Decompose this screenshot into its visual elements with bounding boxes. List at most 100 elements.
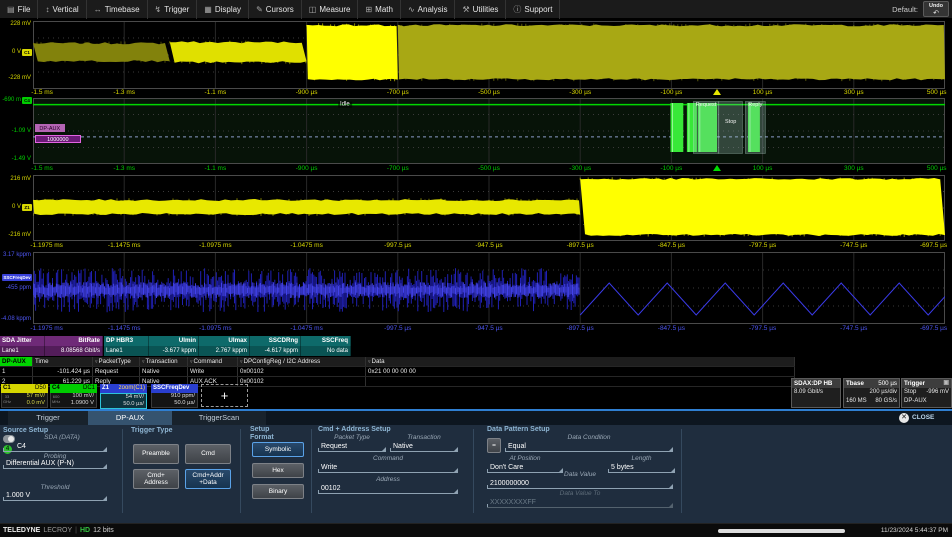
field-label: At Position [487, 455, 563, 462]
format-button[interactable]: Hex [252, 463, 304, 478]
dropdown-corner-icon [454, 489, 458, 493]
decode-col-header[interactable]: Time [33, 357, 93, 366]
data-value-field[interactable]: 2100000000 [487, 479, 673, 489]
info-box-trigger[interactable]: Trigger▣Stop-996 mVDP-AUX [901, 378, 952, 408]
data-condition-select[interactable]: Equal [505, 442, 673, 452]
decode-cell: Native [140, 367, 188, 376]
descriptor-c4[interactable]: C4DC1600MHz100 mV/1.0900 V [50, 384, 97, 407]
value-cell: Lane1 [0, 346, 45, 356]
address-field[interactable]: 00102 [318, 484, 458, 494]
decode-col-header[interactable]: ▿PacketType [93, 357, 140, 366]
info-box-line: Stop-996 mV [902, 388, 951, 397]
trigger-type-button[interactable]: Preamble [133, 444, 179, 464]
descriptor-body: 54 mV/50.0 µs/ [100, 393, 147, 409]
info-box-sdax[interactable]: SDAX:DP HB8.09 Gbit/s [791, 378, 841, 408]
x-axis-label: -900 µs [296, 89, 318, 97]
y-axis-label: -4.08 kppm [1, 316, 31, 323]
col-header: BitRate [45, 336, 103, 346]
section-divider [240, 429, 241, 513]
trigger-type-button[interactable]: Cmd+ Address [133, 469, 179, 489]
format-button[interactable]: Symbolic [252, 442, 304, 457]
sscfreqdev-plot[interactable] [33, 252, 945, 324]
dpaux-decode-table[interactable]: DP-AUXTime▿PacketType▿Transaction▿Comman… [0, 357, 795, 387]
c4-dpaux-plot[interactable]: RequestStopReplyIdleDP-AUX1000000 [33, 98, 945, 164]
x-axis-label: -747.5 µs [840, 325, 867, 333]
decode-label-request: Request [696, 102, 717, 108]
format-button[interactable]: Binary [252, 484, 304, 499]
descriptor-sscfreqdev[interactable]: SSCFreqDev910 ppm/50.0 µs/ [151, 384, 198, 407]
x-axis-label: -1.1975 ms [30, 242, 63, 250]
y-axis-label: 216 mV [1, 176, 31, 183]
z1-zoom-plot[interactable] [33, 175, 945, 241]
trigger-type-button[interactable]: Cmd [185, 444, 231, 464]
field-value: Don't Care [490, 464, 523, 471]
tab-triggerscan[interactable]: TriggerScan [172, 411, 266, 425]
y-axis-label: 0 V [1, 49, 21, 56]
bandwidth-badge: 600MHz [52, 394, 60, 404]
idle-label: Idle [338, 101, 352, 107]
field-tick [505, 448, 506, 451]
source-select[interactable]: C4 [3, 442, 107, 452]
probing-select[interactable]: Differential AUX (P-N) [3, 459, 107, 469]
x-axis-label: -1.1 ms [205, 89, 227, 97]
field-value: 5 bytes [611, 464, 634, 471]
descriptor-body: 600MHz100 mV/1.0900 V [50, 393, 97, 408]
filter-icon[interactable]: ▿ [240, 359, 243, 365]
dpaux-trigger-dialog: TriggerDP-AUXTriggerScan✕CLOSESource Set… [0, 409, 952, 523]
channel-id: C4 [52, 384, 60, 393]
dropdown-corner-icon [669, 447, 673, 451]
x-axis-label: -300 µs [569, 89, 591, 97]
trigger-settings-icon[interactable]: ▣ [943, 379, 949, 388]
field-tick [318, 490, 319, 493]
x-axis-label: -997.5 µs [384, 242, 411, 250]
info-box-header: SDAX:DP HB [792, 379, 840, 388]
threshold-field[interactable]: 1.000 V [3, 491, 107, 501]
offset-value: 50.0 µs/ [154, 400, 195, 407]
transaction-select[interactable]: Native [390, 442, 458, 452]
section-divider [122, 429, 123, 513]
x-axis-label: -697.5 µs [920, 325, 947, 333]
field-tick [3, 465, 4, 468]
trigger-time-marker [713, 89, 721, 95]
command-select[interactable]: Write [318, 463, 458, 473]
decode-source-cell[interactable]: DP-AUX [0, 357, 33, 366]
x-axis-label: -1.1475 ms [108, 242, 141, 250]
value-cell: -4.617 kppm [250, 346, 301, 356]
close-button[interactable]: CLOSE [912, 413, 934, 423]
filter-icon[interactable]: ▿ [142, 359, 145, 365]
tab-trigger[interactable]: Trigger [8, 411, 88, 425]
filter-icon[interactable]: ▿ [190, 359, 193, 365]
decode-cell: Request [93, 367, 140, 376]
info-box-tbase[interactable]: Tbase500 µs200 µs/div160 MS80 GS/s [843, 378, 900, 408]
descriptor-c1[interactable]: C1D5033GHz57 mV/0.0 mV [1, 384, 48, 407]
tab-dp-aux[interactable]: DP-AUX [88, 411, 172, 425]
filter-icon[interactable]: ▿ [368, 359, 371, 365]
field-tick [487, 485, 488, 488]
field-value: XXXXXXXXFF [490, 499, 536, 506]
equals-button[interactable]: = [487, 438, 501, 453]
decode-col-header[interactable]: ▿Command [188, 357, 238, 366]
annotation-1000000: 1000000 [35, 135, 81, 143]
line-left: 8.09 Gbit/s [794, 388, 823, 397]
oscilloscope-app: ▤File↕Vertical↔Timebase↯Trigger▦Display✎… [0, 0, 952, 537]
x-axis-label: -500 µs [478, 89, 500, 97]
decode-col-header[interactable]: ▿Transaction [140, 357, 188, 366]
add-trace-button[interactable]: + [201, 384, 248, 407]
x-axis-label: -897.5 µs [567, 242, 594, 250]
packet-type-select[interactable]: Request [318, 442, 386, 452]
c1-main-plot[interactable] [33, 21, 945, 89]
decode-col-header[interactable]: ▿DPConfigReg / I2C Address [238, 357, 366, 366]
descriptor-z1[interactable]: Z1zoom(C1)54 mV/50.0 µs/ [100, 384, 147, 407]
field-label: Data Value To [487, 490, 673, 497]
x-axis-label: -1.5 ms [31, 89, 53, 97]
decode-row[interactable]: 1-101.424 µsRequestNativeWrite0x001020x2… [0, 367, 795, 377]
y-axis-label: 0 V [1, 204, 21, 211]
trigger-type-button[interactable]: Cmd+Addr +Data [185, 469, 231, 489]
filter-icon[interactable]: ▿ [95, 359, 98, 365]
data-value-to-field[interactable]: XXXXXXXXFF [487, 498, 673, 508]
close-icon[interactable]: ✕ [899, 413, 909, 423]
taskbar-window-handle[interactable] [718, 529, 845, 533]
decode-col-header[interactable]: ▿Data [366, 357, 795, 366]
decode-cell: 0x21 00 00 00 00 [366, 367, 795, 376]
channel-id: C1 [3, 384, 11, 393]
